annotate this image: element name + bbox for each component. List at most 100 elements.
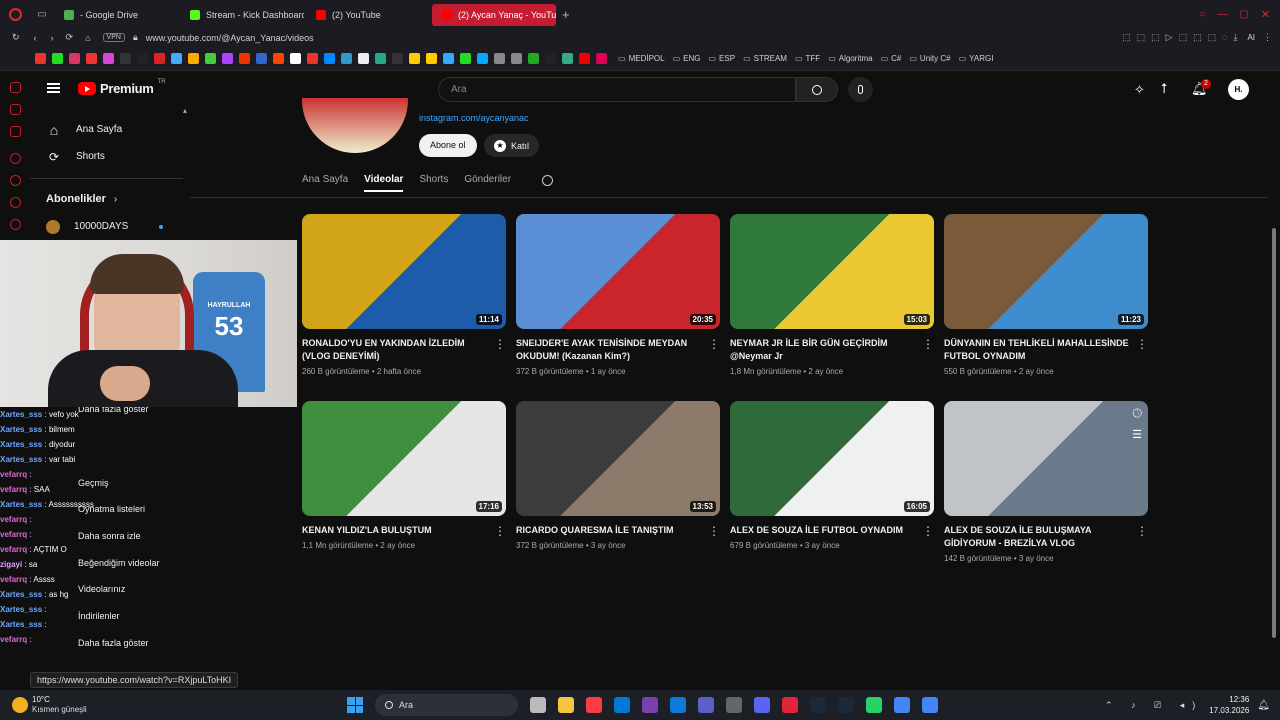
taskbar-app-icon[interactable] <box>894 697 910 713</box>
bookmark-folder[interactable]: ▭ Unity C# <box>909 54 950 63</box>
video-menu-icon[interactable]: ⋮ <box>494 338 506 350</box>
taskbar-app-icon[interactable] <box>810 697 826 713</box>
bookmark-icon[interactable] <box>307 52 318 64</box>
bookmark-folder[interactable]: ▭ Algoritma <box>828 54 872 63</box>
video-title[interactable]: DÜNYANIN EN TEHLİKELİ MAHALLESİNDE FUTBO… <box>944 337 1148 363</box>
sidebar-icon-6[interactable] <box>10 197 21 208</box>
home-nav-icon[interactable]: ⌂ <box>85 33 90 43</box>
bookmark-icon[interactable] <box>392 52 403 64</box>
avatar[interactable]: H. <box>1228 79 1249 100</box>
taskbar-app-icon[interactable] <box>838 697 854 713</box>
video-card[interactable]: 20:35 SNEIJDER'E AYAK TENİSİNDE MEYDAN OK… <box>516 214 720 376</box>
bookmark-icon[interactable] <box>409 52 420 64</box>
voice-search-button[interactable] <box>848 77 873 102</box>
search-tabs-icon[interactable]: ○ <box>1199 9 1205 20</box>
browser-tab[interactable]: Stream - Kick Dashboard <box>180 4 304 26</box>
start-button[interactable] <box>347 697 363 713</box>
taskbar-app-icon[interactable] <box>782 697 798 713</box>
menu-dots-icon[interactable]: ⋮ <box>1263 32 1272 43</box>
minimize-button[interactable]: — <box>1217 9 1227 20</box>
bookmark-icon[interactable] <box>205 52 216 64</box>
forward-icon[interactable]: › <box>51 33 54 43</box>
video-thumbnail[interactable]: 17:16 <box>302 401 506 516</box>
video-title[interactable]: ALEX DE SOUZA İLE BULUŞMAYA GİDİYORUM - … <box>944 524 1148 550</box>
video-title[interactable]: ALEX DE SOUZA İLE FUTBOL OYNADIM <box>730 524 934 537</box>
clock-date[interactable]: 17.03.2026 <box>1209 705 1249 716</box>
bookmark-icon[interactable] <box>188 52 199 64</box>
taskbar-app-icon[interactable] <box>866 697 882 713</box>
bookmark-icon[interactable] <box>290 52 301 64</box>
bookmark-icon[interactable] <box>579 52 590 64</box>
video-menu-icon[interactable]: ⋮ <box>708 525 720 537</box>
sidebar-item-home[interactable]: ⌂ Ana Sayfa <box>30 116 183 143</box>
bookmark-icon[interactable] <box>103 52 114 64</box>
watch-later-icon[interactable]: 🕓︎ <box>1133 406 1143 421</box>
taskbar-app-icon[interactable] <box>726 697 742 713</box>
tab-shorts[interactable]: Shorts <box>419 174 448 192</box>
bookmark-folder[interactable]: ▭ YARGI <box>959 54 994 63</box>
video-thumbnail[interactable]: 16:05 <box>730 401 934 516</box>
bookmark-folder[interactable]: ▭ ESP <box>708 54 735 63</box>
sidebar-scroll-up-icon[interactable]: ▴ <box>183 106 187 115</box>
extension-icons[interactable]: ⬚⬚⬚▷⬚⬚⬚◌⤓ <box>1122 32 1243 43</box>
bookmark-icon[interactable] <box>494 52 505 64</box>
bookmark-folder[interactable]: ▭ MEDİPOL <box>618 54 665 63</box>
bookmark-icon[interactable] <box>86 52 97 64</box>
create-icon[interactable]: ✧ <box>1134 82 1145 98</box>
ai-label[interactable]: AI <box>1247 33 1255 42</box>
weather-widget[interactable]: 10°C Kısmen güneşli <box>12 695 312 715</box>
upload-icon[interactable]: ⭡ <box>1161 80 1168 97</box>
browser-tab[interactable]: (2) YouTube <box>306 4 430 26</box>
close-window-button[interactable]: ✕ <box>1261 8 1270 21</box>
bookmark-icon[interactable] <box>52 52 63 64</box>
bookmark-icon[interactable] <box>358 52 369 64</box>
video-menu-icon[interactable]: ⋮ <box>922 525 934 537</box>
bookmark-icon[interactable] <box>477 52 488 64</box>
bookmark-folder[interactable]: ▭ STREAM <box>743 54 787 63</box>
sidebar-icon-2[interactable] <box>10 104 21 115</box>
page-scrollbar[interactable] <box>1271 108 1277 668</box>
taskbar-app-icon[interactable] <box>922 697 938 713</box>
hamburger-menu-icon[interactable] <box>47 83 60 93</box>
video-menu-icon[interactable]: ⋮ <box>1136 525 1148 537</box>
bookmark-icon[interactable] <box>511 52 522 64</box>
video-menu-icon[interactable]: ⋮ <box>1136 338 1148 350</box>
video-title[interactable]: KENAN YILDIZ'LA BULUŞTUM <box>302 524 506 537</box>
channel-link[interactable]: instagram.com/aycanyanac <box>419 113 529 123</box>
tab-ana-sayfa[interactable]: Ana Sayfa <box>302 174 348 192</box>
bookmark-icon[interactable] <box>171 52 182 64</box>
channel-search-icon[interactable] <box>542 175 553 186</box>
tab-gönderiler[interactable]: Gönderiler <box>464 174 511 192</box>
youtube-logo[interactable]: Premium TR <box>78 79 166 96</box>
search-button[interactable] <box>796 77 838 102</box>
subscriptions-header[interactable]: Abonelikler › <box>30 189 183 209</box>
maximize-button[interactable]: ▢ <box>1239 9 1248 20</box>
video-card[interactable]: 13:53 RICARDO QUARESMA İLE TANIŞTIM 372 B … <box>516 401 720 550</box>
bookmark-icon[interactable] <box>426 52 437 64</box>
refresh-icon[interactable]: ⟳ <box>66 32 74 43</box>
video-card[interactable]: 16:05 ALEX DE SOUZA İLE FUTBOL OYNADIM 679… <box>730 401 934 550</box>
taskbar-app-icon[interactable] <box>642 697 658 713</box>
join-button[interactable]: ★ Katıl <box>484 134 540 157</box>
bookmark-icon[interactable] <box>35 52 46 64</box>
taskbar-app-icon[interactable] <box>586 697 602 713</box>
taskbar-app-icon[interactable] <box>670 697 686 713</box>
video-title[interactable]: NEYMAR JR İLE BİR GÜN GEÇİRDİM @Neymar J… <box>730 337 934 363</box>
sidebar-clock-icon[interactable] <box>10 175 21 186</box>
video-menu-icon[interactable]: ⋮ <box>494 525 506 537</box>
taskbar-app-icon[interactable] <box>754 697 770 713</box>
bookmark-icon[interactable] <box>460 52 471 64</box>
bookmark-icon[interactable] <box>443 52 454 64</box>
tab-videolar[interactable]: Videolar <box>364 174 404 192</box>
taskbar-app-icon[interactable] <box>614 697 630 713</box>
bookmark-folder[interactable]: ▭ ENG <box>673 54 701 63</box>
video-thumbnail[interactable]: 20:35 <box>516 214 720 329</box>
bookmark-icon[interactable] <box>222 52 233 64</box>
sidebar-play-icon[interactable] <box>10 153 21 164</box>
bookmark-folder[interactable]: ▭ C# <box>881 54 902 63</box>
back-icon[interactable]: ‹ <box>34 33 37 43</box>
bookmark-icon[interactable] <box>596 52 607 64</box>
bookmark-icon[interactable] <box>256 52 267 64</box>
sidebar-icon-7[interactable] <box>10 219 21 230</box>
bookmark-icon[interactable] <box>239 52 250 64</box>
